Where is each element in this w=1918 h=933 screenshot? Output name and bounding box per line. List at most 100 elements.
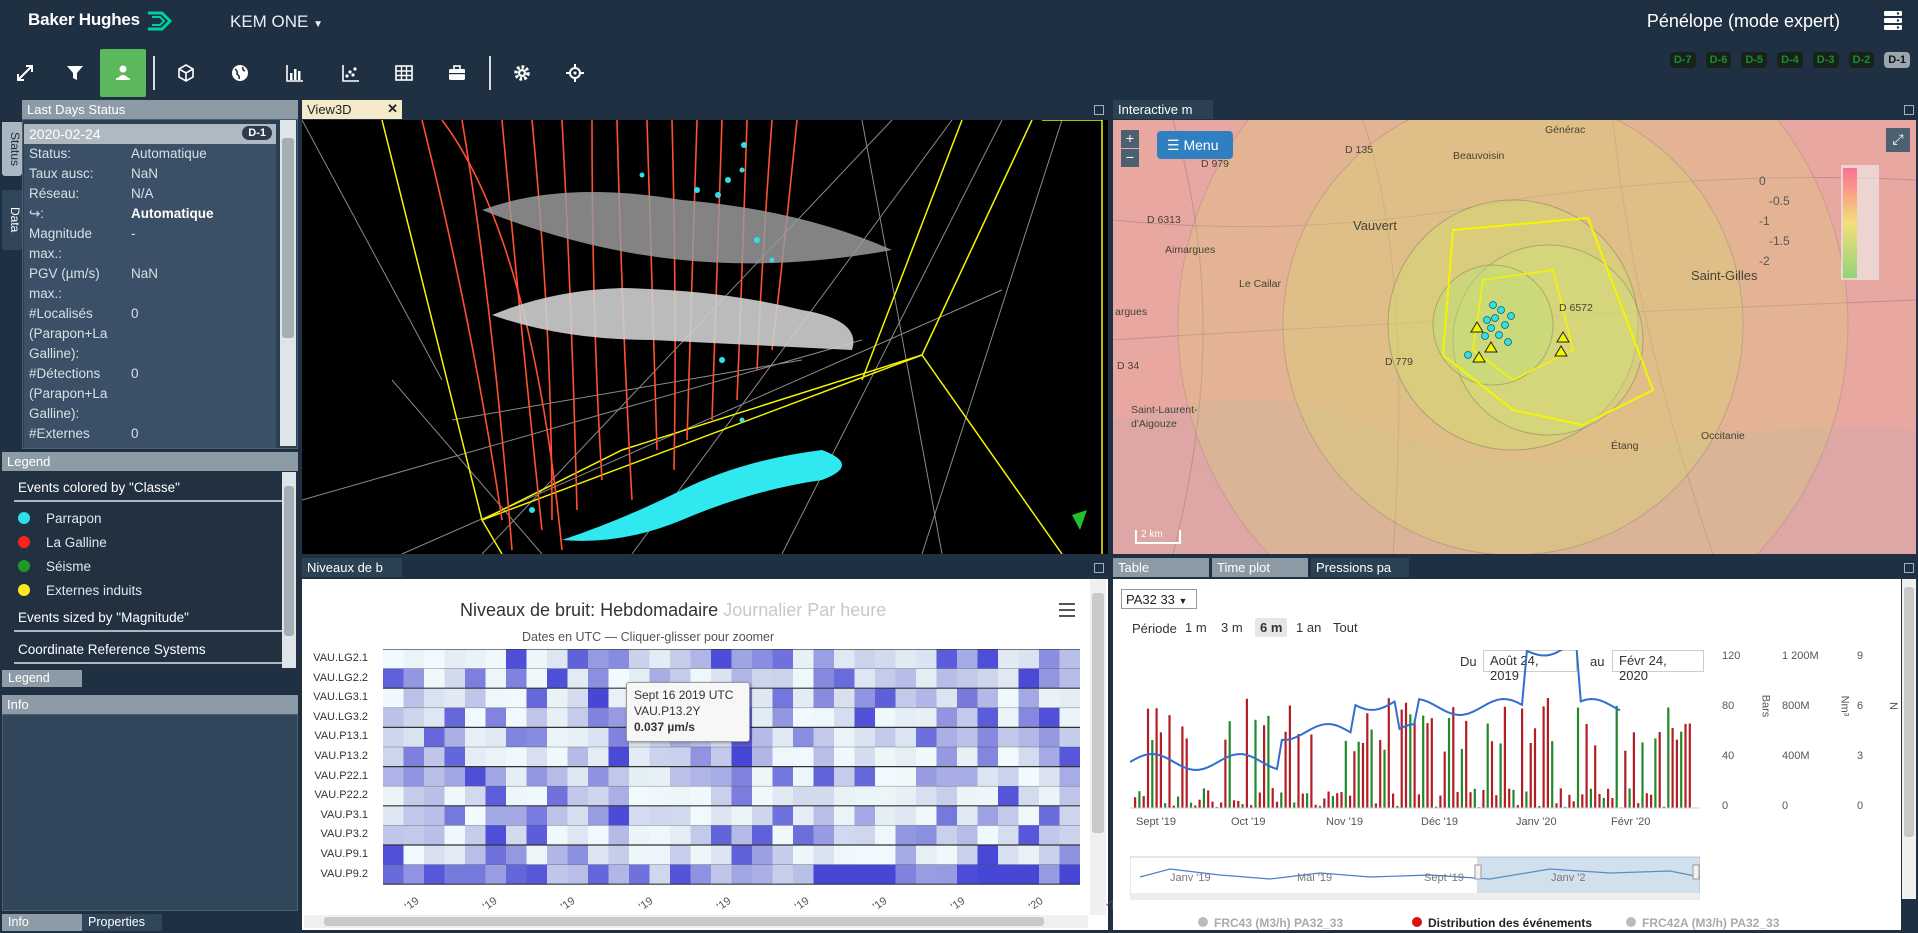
heatmap-cell[interactable] — [403, 864, 425, 885]
heatmap-cell[interactable] — [834, 805, 855, 826]
heatmap-cell[interactable] — [465, 766, 486, 787]
heatmap-cell[interactable] — [485, 747, 507, 767]
heatmap-cell[interactable] — [485, 805, 507, 826]
heatmap-cell[interactable] — [506, 786, 527, 806]
heatmap-cell[interactable] — [957, 786, 978, 806]
heatmap-cell[interactable] — [998, 688, 1019, 708]
heatmap-cell[interactable] — [752, 805, 773, 826]
heatmap-cell[interactable] — [649, 825, 671, 845]
legend-item[interactable]: La Galline — [4, 530, 298, 554]
heatmap-cell[interactable] — [670, 766, 691, 787]
heatmap-cell[interactable] — [444, 727, 466, 747]
heatmap-cell[interactable] — [936, 805, 958, 826]
heatmap-cell[interactable] — [465, 727, 486, 747]
period-button[interactable]: 6 m — [1255, 618, 1288, 637]
heatmap-cell[interactable] — [1039, 688, 1060, 708]
heatmap-cell[interactable] — [916, 727, 937, 747]
mode-weekly[interactable]: Hebdomadaire — [600, 600, 718, 620]
heatmap-cell[interactable] — [403, 649, 425, 669]
heatmap-cell[interactable] — [670, 649, 691, 669]
heatmap-cell[interactable] — [957, 707, 978, 728]
heatmap-cell[interactable] — [936, 727, 958, 747]
heatmap-cell[interactable] — [752, 688, 773, 708]
pressure-legend-item[interactable]: FRC43 (M3/h) PA32_33 — [1198, 916, 1343, 930]
heatmap-cell[interactable] — [957, 805, 978, 826]
heatmap-cell[interactable] — [772, 825, 794, 845]
heatmap-cell[interactable] — [424, 766, 445, 787]
heatmap-cell[interactable] — [977, 747, 999, 767]
heatmap-cell[interactable] — [1059, 805, 1081, 826]
heatmap-cell[interactable] — [772, 864, 794, 885]
popout-icon[interactable] — [1904, 563, 1914, 573]
heatmap-cell[interactable] — [916, 805, 937, 826]
close-icon[interactable]: ✕ — [387, 101, 398, 117]
heatmap-cell[interactable] — [1059, 825, 1081, 845]
table-button[interactable] — [381, 49, 427, 97]
heatmap-cell[interactable] — [526, 688, 548, 708]
legend-tab[interactable]: Legend — [2, 670, 82, 687]
heatmap-cell[interactable] — [895, 688, 917, 708]
heatmap-cell[interactable] — [567, 805, 589, 826]
heatmap-cell[interactable] — [1059, 786, 1081, 806]
heatmap-cell[interactable] — [506, 864, 527, 885]
heatmap-cell[interactable] — [731, 766, 753, 787]
heatmap-cell[interactable] — [977, 864, 999, 885]
heatmap-cell[interactable] — [649, 786, 671, 806]
heatmap-cell[interactable] — [772, 707, 794, 728]
heatmap-cell[interactable] — [1039, 727, 1060, 747]
heatmap-cell[interactable] — [1059, 766, 1081, 787]
fullscreen-button[interactable]: ⤢ — [1886, 128, 1910, 152]
heatmap-cell[interactable] — [547, 766, 568, 787]
heatmap-cell[interactable] — [998, 786, 1019, 806]
heatmap-cell[interactable] — [875, 688, 896, 708]
period-button[interactable]: Tout — [1328, 618, 1363, 637]
heatmap-cell[interactable] — [936, 845, 958, 865]
heatmap-cell[interactable] — [1018, 649, 1040, 669]
heatmap-cell[interactable] — [424, 668, 445, 689]
heatmap-cell[interactable] — [485, 727, 507, 747]
heatmap-cell[interactable] — [793, 727, 814, 747]
heatmap-cell[interactable] — [424, 825, 445, 845]
heatmap-cell[interactable] — [957, 727, 978, 747]
heatmap-cell[interactable] — [690, 747, 712, 767]
heatmap-cell[interactable] — [588, 727, 609, 747]
heatmap-cell[interactable] — [936, 825, 958, 845]
mode-daily[interactable]: Journalier — [723, 600, 802, 620]
info-tab[interactable]: Info — [2, 914, 82, 931]
heatmap-cell[interactable] — [834, 727, 855, 747]
heatmap-cell[interactable] — [854, 649, 876, 669]
heatmap-cell[interactable] — [875, 845, 896, 865]
heatmap-cell[interactable] — [588, 786, 609, 806]
heatmap-cell[interactable] — [670, 864, 691, 885]
heatmap-cell[interactable] — [895, 845, 917, 865]
bar-chart-button[interactable] — [272, 49, 318, 97]
heatmap-cell[interactable] — [957, 825, 978, 845]
heatmap-cell[interactable] — [649, 805, 671, 826]
heatmap-cell[interactable] — [875, 727, 896, 747]
heatmap-cell[interactable] — [588, 864, 609, 885]
heatmap-cell[interactable] — [629, 786, 650, 806]
day-button[interactable]: D-2 — [1848, 52, 1875, 68]
heatmap-cell[interactable] — [383, 864, 404, 885]
heatmap-cell[interactable] — [526, 649, 548, 669]
heatmap-cell[interactable] — [444, 805, 466, 826]
heatmap-cell[interactable] — [772, 747, 794, 767]
view3d-tab[interactable]: View3D ✕ — [302, 100, 402, 119]
heatmap-cell[interactable] — [1059, 688, 1081, 708]
heatmap-cell[interactable] — [629, 649, 650, 669]
heatmap-cell[interactable] — [465, 786, 486, 806]
scroll-thumb[interactable] — [284, 486, 294, 636]
heatmap-cell[interactable] — [444, 864, 466, 885]
heatmap-cell[interactable] — [444, 766, 466, 787]
heatmap-cell[interactable] — [1018, 688, 1040, 708]
heatmap-cell[interactable] — [711, 766, 732, 787]
heatmap-cell[interactable] — [834, 707, 855, 728]
period-button[interactable]: 3 m — [1216, 618, 1248, 637]
heatmap-cell[interactable] — [567, 727, 589, 747]
heatmap-cell[interactable] — [916, 668, 937, 689]
heatmap-cell[interactable] — [772, 668, 794, 689]
heatmap-cell[interactable] — [895, 668, 917, 689]
stack-menu-icon[interactable] — [1882, 9, 1904, 31]
side-tab-status[interactable]: Status — [2, 122, 22, 176]
heatmap-cell[interactable] — [424, 649, 445, 669]
